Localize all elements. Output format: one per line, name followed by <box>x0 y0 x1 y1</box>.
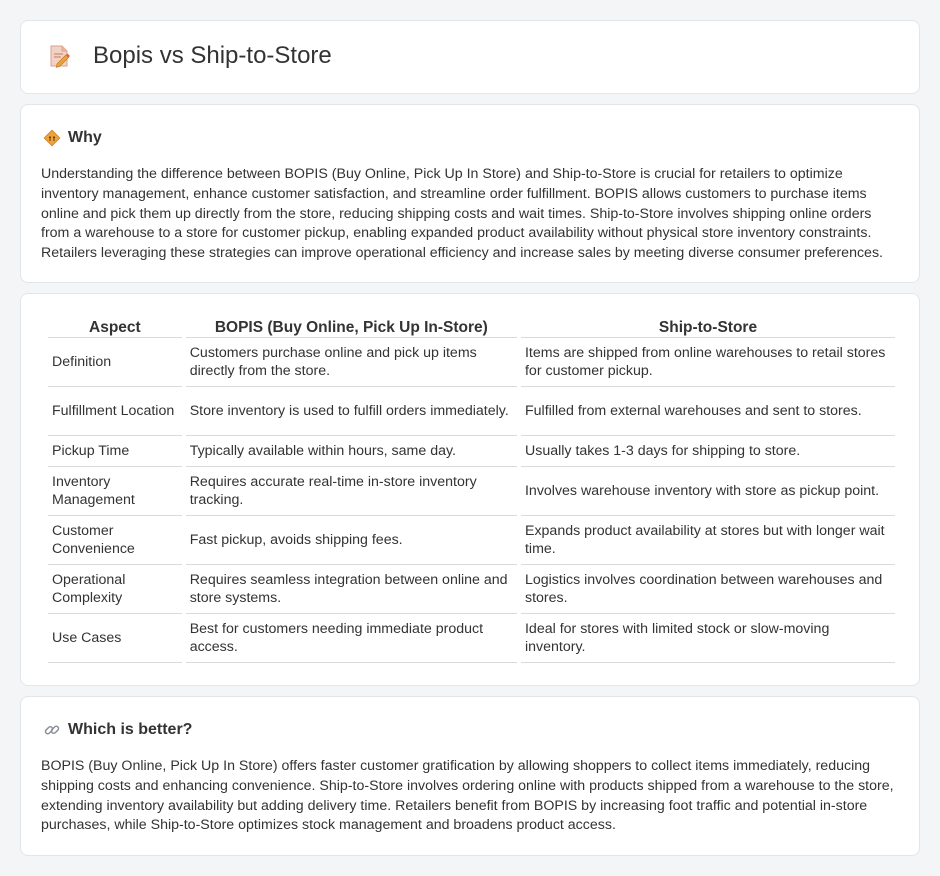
table-row: Definition Customers purchase online and… <box>48 338 895 387</box>
comparison-card: Aspect BOPIS (Buy Online, Pick Up In-Sto… <box>20 293 920 686</box>
why-text: Understanding the difference between BOP… <box>41 166 883 262</box>
table-row: Use Cases Best for customers needing imm… <box>48 614 895 663</box>
table-row: Inventory Management Requires accurate r… <box>48 467 895 516</box>
header-card: Bopis vs Ship-to-Store <box>20 20 920 94</box>
table-row: Fulfillment Location Store inventory is … <box>48 387 895 436</box>
table-cell-bopis: Fast pickup, avoids shipping fees. <box>185 516 517 565</box>
link-icon <box>43 721 61 739</box>
document-pencil-icon <box>45 42 73 70</box>
table-row: Pickup Time Typically available within h… <box>48 436 895 467</box>
diamond-sign-icon <box>43 129 61 147</box>
why-heading-row: Why <box>43 129 102 147</box>
table-cell-bopis: Requires accurate real-time in-store inv… <box>185 467 517 516</box>
column-header: BOPIS (Buy Online, Pick Up In-Store) <box>185 318 517 338</box>
table-cell-aspect: Fulfillment Location <box>48 387 182 436</box>
table-cell-aspect: Customer Convenience <box>48 516 182 565</box>
table-cell-bopis: Typically available within hours, same d… <box>185 436 517 467</box>
table-header-row: Aspect BOPIS (Buy Online, Pick Up In-Sto… <box>48 318 895 338</box>
table-cell-aspect: Operational Complexity <box>48 565 182 614</box>
why-section: Why Understanding the difference between… <box>20 104 920 283</box>
table-cell-bopis: Best for customers needing immediate pro… <box>185 614 517 663</box>
table-cell-aspect: Inventory Management <box>48 467 182 516</box>
table-row: Customer Convenience Fast pickup, avoids… <box>48 516 895 565</box>
table-cell-ship-to-store: Usually takes 1-3 days for shipping to s… <box>520 436 895 467</box>
better-text: BOPIS (Buy Online, Pick Up In Store) off… <box>41 758 894 834</box>
table-cell-ship-to-store: Fulfilled from external warehouses and s… <box>520 387 895 436</box>
title-row: Bopis vs Ship-to-Store <box>45 42 332 70</box>
table-cell-ship-to-store: Involves warehouse inventory with store … <box>520 467 895 516</box>
table-cell-aspect: Pickup Time <box>48 436 182 467</box>
table-cell-ship-to-store: Expands product availability at stores b… <box>520 516 895 565</box>
table-row: Operational Complexity Requires seamless… <box>48 565 895 614</box>
column-header: Aspect <box>48 318 182 338</box>
page-title: Bopis vs Ship-to-Store <box>93 42 332 69</box>
table-cell-ship-to-store: Ideal for stores with limited stock or s… <box>520 614 895 663</box>
better-heading: Which is better? <box>68 721 193 738</box>
table-cell-ship-to-store: Logistics involves coordination between … <box>520 565 895 614</box>
table-cell-ship-to-store: Items are shipped from online warehouses… <box>520 338 895 387</box>
table-cell-bopis: Store inventory is used to fulfill order… <box>185 387 517 436</box>
column-header: Ship-to-Store <box>520 318 895 338</box>
table-cell-aspect: Use Cases <box>48 614 182 663</box>
table-cell-bopis: Customers purchase online and pick up it… <box>185 338 517 387</box>
table-cell-bopis: Requires seamless integration between on… <box>185 565 517 614</box>
better-heading-row: Which is better? <box>43 721 192 739</box>
comparison-table: Aspect BOPIS (Buy Online, Pick Up In-Sto… <box>44 318 899 663</box>
why-heading: Why <box>68 129 102 146</box>
which-is-better-section: Which is better? BOPIS (Buy Online, Pick… <box>20 696 920 856</box>
table-cell-aspect: Definition <box>48 338 182 387</box>
